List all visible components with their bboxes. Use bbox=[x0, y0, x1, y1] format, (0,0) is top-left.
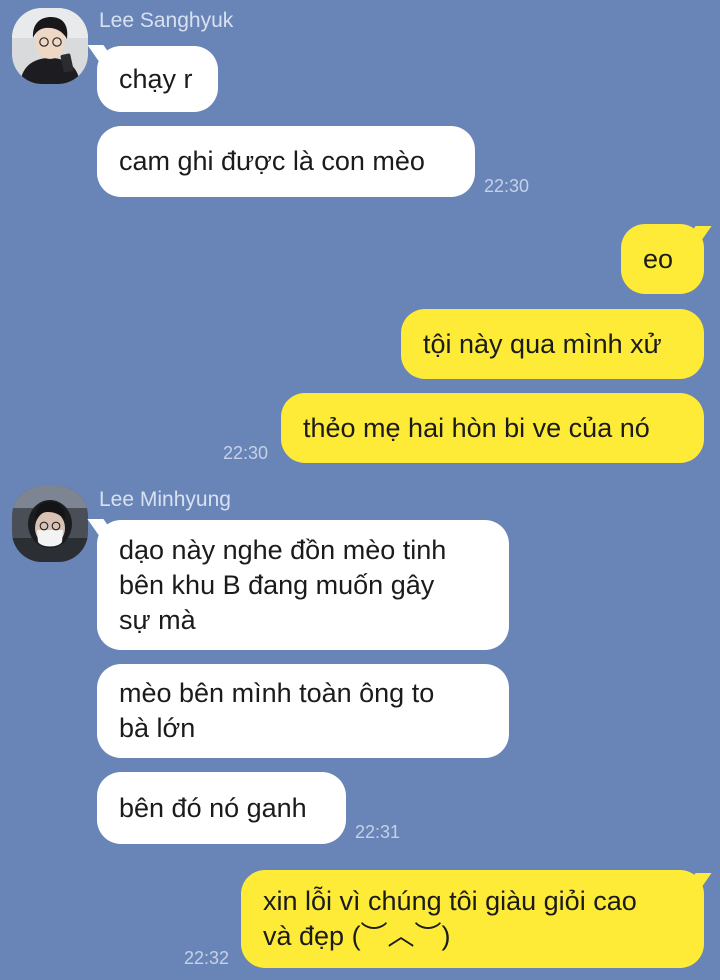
message-bubble[interactable]: dạo này nghe đồn mèo tinh bên khu B đang… bbox=[97, 520, 509, 650]
sender-name: Lee Minhyung bbox=[99, 488, 231, 511]
profile-photo-icon bbox=[12, 486, 88, 562]
message-bubble[interactable]: mèo bên mình toàn ông to bà lớn bbox=[97, 664, 509, 758]
message-text: tội này qua mình xử bbox=[423, 328, 662, 359]
message-text: chạy r bbox=[119, 63, 193, 94]
message-text: mèo bên mình toàn ông to bà lớn bbox=[119, 678, 435, 743]
message-bubble[interactable]: cam ghi được là con mèo bbox=[97, 126, 475, 197]
chat-area[interactable]: Lee Sanghyuk chạy r cam ghi được là con … bbox=[0, 0, 720, 980]
message-bubble[interactable]: bên đó nó ganh bbox=[97, 772, 346, 844]
message-bubble[interactable]: thẻo mẹ hai hòn bi ve của nó bbox=[281, 393, 704, 463]
message-text: eo bbox=[643, 243, 674, 274]
avatar-lee-sanghyuk[interactable] bbox=[12, 8, 88, 84]
message-text: xin lỗi vì chúng tôi giàu giỏi cao và đẹ… bbox=[263, 886, 637, 951]
message-bubble[interactable]: tội này qua mình xử bbox=[401, 309, 704, 379]
message-timestamp: 22:30 bbox=[484, 176, 530, 196]
message-text: cam ghi được là con mèo bbox=[119, 146, 425, 176]
message-bubble[interactable]: xin lỗi vì chúng tôi giàu giỏi cao và đẹ… bbox=[241, 870, 704, 968]
message-text: thẻo mẹ hai hòn bi ve của nó bbox=[303, 412, 650, 443]
avatar-lee-minhyung[interactable] bbox=[12, 486, 88, 562]
message-text: bên đó nó ganh bbox=[119, 792, 307, 823]
profile-photo-icon bbox=[12, 8, 88, 84]
message-timestamp: 22:31 bbox=[355, 822, 401, 842]
message-timestamp: 22:30 bbox=[223, 443, 269, 463]
message-bubble[interactable]: chạy r bbox=[97, 46, 218, 112]
message-text: dạo này nghe đồn mèo tinh bên khu B đang… bbox=[119, 534, 447, 635]
message-bubble[interactable]: eo bbox=[621, 224, 704, 294]
message-timestamp: 22:32 bbox=[184, 948, 230, 968]
sender-name: Lee Sanghyuk bbox=[99, 9, 234, 32]
